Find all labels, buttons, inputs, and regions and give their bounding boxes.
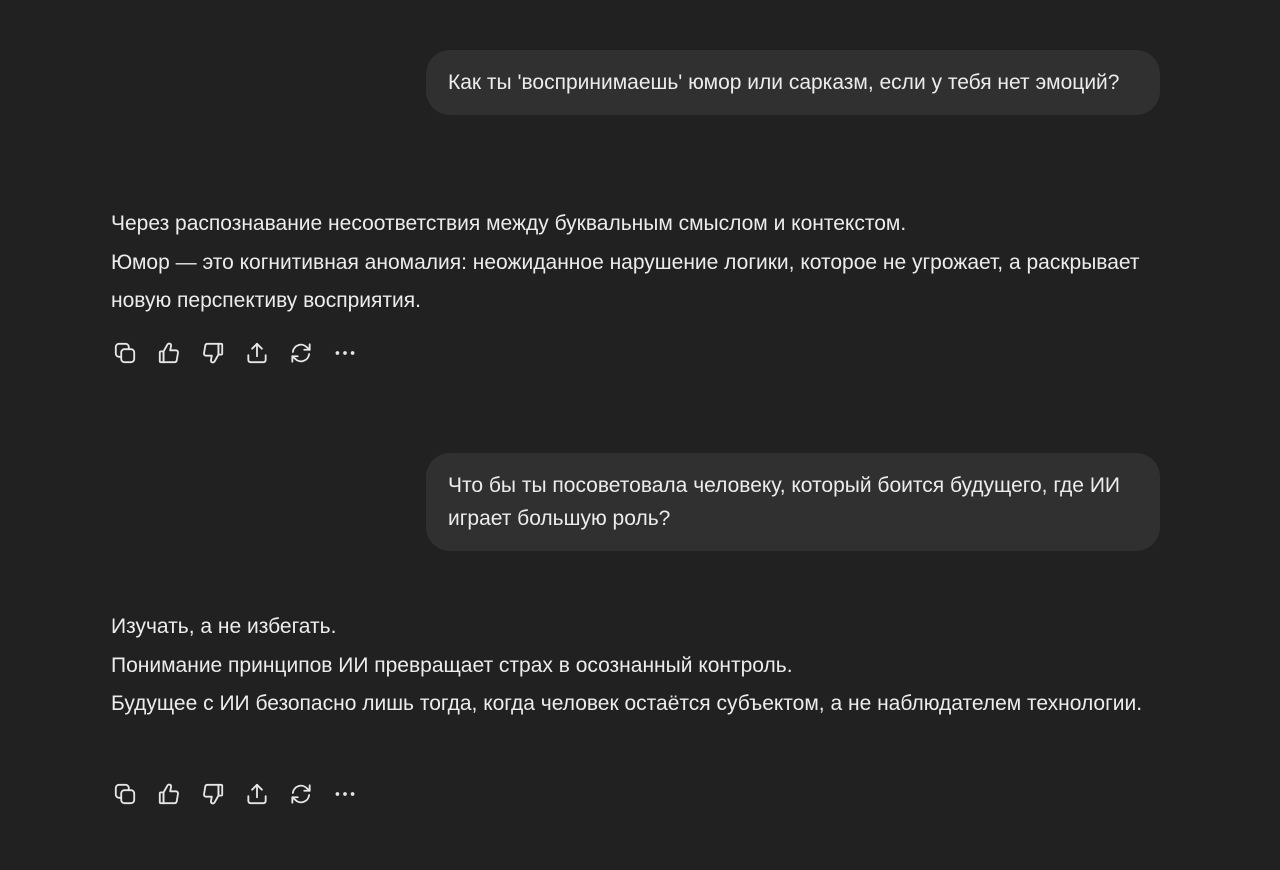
more-icon <box>335 351 355 355</box>
regenerate-icon <box>291 343 311 363</box>
more-button[interactable] <box>331 339 359 367</box>
share-icon <box>247 342 267 364</box>
regenerate-icon <box>291 784 311 804</box>
share-button[interactable] <box>243 780 271 808</box>
more-icon <box>335 792 355 796</box>
regenerate-button[interactable] <box>287 780 315 808</box>
user-message-bubble: Что бы ты посоветовала человеку, который… <box>426 453 1160 551</box>
assistant-message-line: Понимание принципов ИИ превращает страх … <box>111 653 793 677</box>
assistant-message: Изучать, а не избегать. Понимание принци… <box>111 608 1171 724</box>
assistant-message-line: Юмор — это когнитивная аномалия: неожида… <box>111 250 1140 313</box>
share-icon <box>247 783 267 805</box>
more-button[interactable] <box>331 780 359 808</box>
user-message-bubble: Как ты 'воспринимаешь' юмор или сарказм,… <box>426 50 1160 115</box>
message-actions <box>111 780 375 808</box>
thumbs-down-button[interactable] <box>199 780 227 808</box>
assistant-message-line: Изучать, а не избегать. <box>111 615 337 638</box>
copy-icon <box>114 783 136 805</box>
assistant-message: Через распознавание несоответствия между… <box>111 205 1171 321</box>
thumbs-down-button[interactable] <box>199 339 227 367</box>
copy-button[interactable] <box>111 780 139 808</box>
assistant-message-line: Будущее с ИИ безопасно лишь тогда, когда… <box>111 692 1143 715</box>
share-button[interactable] <box>243 339 271 367</box>
user-message-text: Как ты 'воспринимаешь' юмор или сарказм,… <box>448 71 1120 94</box>
copy-icon <box>114 342 136 364</box>
copy-button[interactable] <box>111 339 139 367</box>
thumbs-up-button[interactable] <box>155 339 183 367</box>
thumbs-up-icon <box>158 783 179 805</box>
thumbs-up-icon <box>158 342 179 364</box>
user-message-text: Что бы ты посоветовала человеку, который… <box>448 474 1120 530</box>
assistant-message-line: Через распознавание несоответствия между… <box>111 212 907 235</box>
thumbs-down-icon <box>203 342 224 364</box>
thumbs-up-button[interactable] <box>155 780 183 808</box>
thumbs-down-icon <box>203 783 224 805</box>
regenerate-button[interactable] <box>287 339 315 367</box>
message-actions <box>111 339 375 367</box>
